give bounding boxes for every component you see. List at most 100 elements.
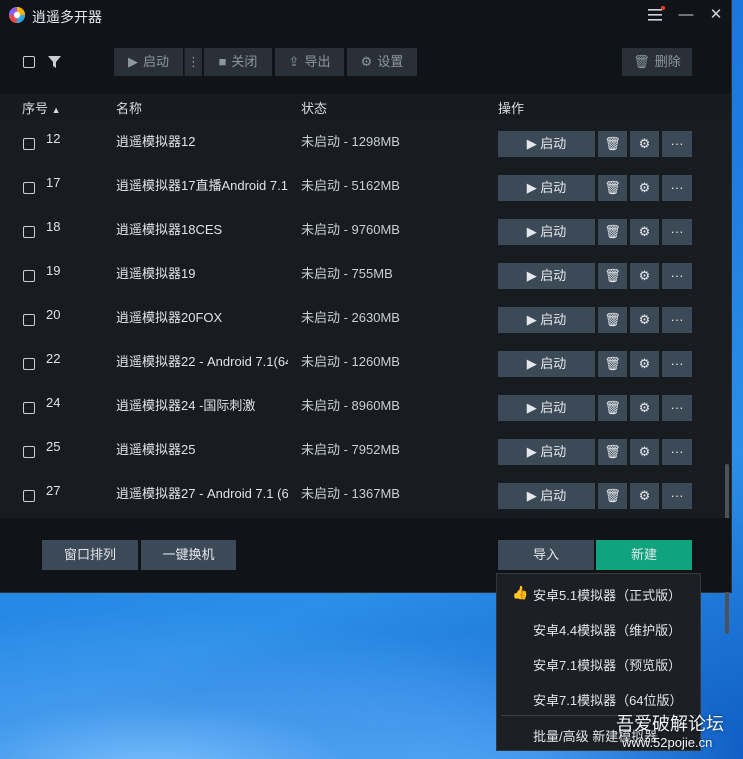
sort-ascending-icon: ▲ [51, 105, 61, 115]
select-all-checkbox[interactable] [23, 56, 35, 68]
row-settings-button[interactable]: ⚙ [630, 439, 659, 465]
row-settings-button[interactable]: ⚙ [630, 395, 659, 421]
table-row: 19 逍遥模拟器19 未启动 - 755MB ▶ 启动 🗑 ⚙ ··· [0, 250, 731, 294]
row-checkbox[interactable] [23, 314, 35, 326]
window-arrange-button[interactable]: 窗口排列 [42, 540, 138, 570]
more-icon: ··· [670, 400, 684, 415]
menu-item-android-7-1-preview[interactable]: 安卓7.1模拟器（预览版） [533, 655, 681, 674]
row-name: 逍遥模拟器27 - Android 7.1 (6 [116, 486, 288, 501]
row-start-button[interactable]: ▶ 启动 [498, 483, 595, 509]
trash-icon: 🗑 [604, 268, 621, 283]
row-checkbox[interactable] [23, 182, 35, 194]
toolbar-export-button[interactable]: ⇪ 导出 [275, 48, 344, 76]
row-delete-button[interactable]: 🗑 [598, 219, 627, 245]
menu-item-android-5-1[interactable]: 安卓5.1模拟器（正式版） [533, 585, 681, 604]
new-button[interactable]: 新建 [596, 540, 692, 570]
trash-icon: 🗑 [604, 136, 621, 151]
table-row: 18 逍遥模拟器18CES 未启动 - 9760MB ▶ 启动 🗑 ⚙ ··· [0, 206, 731, 250]
row-settings-button[interactable]: ⚙ [630, 351, 659, 377]
watermark-url: www.52pojie.cn [622, 735, 713, 750]
play-icon: ▶ [526, 400, 541, 415]
trash-icon: 🗑 [604, 312, 621, 327]
row-settings-button[interactable]: ⚙ [630, 175, 659, 201]
toolbar-delete-button[interactable]: 🗑 删除 [622, 48, 692, 76]
row-more-button[interactable]: ··· [662, 263, 692, 289]
row-more-button[interactable]: ··· [662, 307, 692, 333]
row-start-button[interactable]: ▶ 启动 [498, 175, 595, 201]
header-id[interactable]: 序号 ▲ [22, 98, 61, 117]
toolbar-start-button[interactable]: ▶ 启动 [114, 48, 183, 76]
gear-icon: ⚙ [638, 488, 651, 503]
row-settings-button[interactable]: ⚙ [630, 219, 659, 245]
play-icon: ▶ [127, 54, 138, 69]
row-name: 逍遥模拟器25 [116, 442, 196, 457]
row-start-button[interactable]: ▶ 启动 [498, 263, 595, 289]
row-checkbox[interactable] [23, 226, 35, 238]
more-icon: ··· [670, 312, 684, 327]
row-delete-button[interactable]: 🗑 [598, 395, 627, 421]
row-checkbox[interactable] [23, 270, 35, 282]
play-icon: ▶ [526, 488, 541, 503]
row-more-button[interactable]: ··· [662, 219, 692, 245]
more-icon: ··· [670, 136, 684, 151]
gear-icon: ⚙ [638, 444, 651, 459]
row-start-button[interactable]: ▶ 启动 [498, 219, 595, 245]
one-click-switch-button[interactable]: 一键换机 [141, 540, 236, 570]
gear-icon: ⚙ [638, 356, 651, 371]
filter-icon[interactable] [48, 56, 61, 69]
row-delete-button[interactable]: 🗑 [598, 131, 627, 157]
table-row: 17 逍遥模拟器17直播Android 7.1 未启动 - 5162MB ▶ 启… [0, 162, 731, 206]
emulator-list: 12 逍遥模拟器12 未启动 - 1298MB ▶ 启动 🗑 ⚙ ··· 17 … [0, 118, 731, 634]
minimize-button[interactable]: — [674, 4, 698, 26]
row-checkbox[interactable] [23, 138, 35, 150]
row-id: 12 [46, 131, 61, 146]
row-checkbox[interactable] [23, 402, 35, 414]
menu-item-android-4-4[interactable]: 安卓4.4模拟器（维护版） [533, 620, 681, 639]
row-more-button[interactable]: ··· [662, 395, 692, 421]
row-start-button[interactable]: ▶ 启动 [498, 395, 595, 421]
row-start-button[interactable]: ▶ 启动 [498, 439, 595, 465]
row-more-button[interactable]: ··· [662, 439, 692, 465]
row-more-button[interactable]: ··· [662, 175, 692, 201]
row-checkbox[interactable] [23, 358, 35, 370]
row-settings-button[interactable]: ⚙ [630, 263, 659, 289]
titlebar[interactable]: 逍遥多开器 — ✕ [0, 0, 731, 32]
row-name: 逍遥模拟器18CES [116, 222, 223, 237]
close-window-button[interactable]: ✕ [704, 4, 728, 26]
menu-item-android-7-1-64bit[interactable]: 安卓7.1模拟器（64位版） [533, 690, 683, 709]
toolbar-start-more-button[interactable]: ⋮ [184, 48, 202, 76]
row-delete-button[interactable]: 🗑 [598, 351, 627, 377]
hamburger-menu-icon[interactable] [643, 4, 667, 26]
row-settings-button[interactable]: ⚙ [630, 483, 659, 509]
play-icon: ▶ [526, 312, 541, 327]
row-start-button[interactable]: ▶ 启动 [498, 131, 595, 157]
thumbs-up-icon: 👍 [512, 585, 529, 600]
row-delete-button[interactable]: 🗑 [598, 439, 627, 465]
row-delete-button[interactable]: 🗑 [598, 175, 627, 201]
import-button[interactable]: 导入 [498, 540, 594, 570]
row-name: 逍遥模拟器22 - Android 7.1(64 [116, 354, 288, 369]
more-icon: ··· [670, 180, 684, 195]
row-more-button[interactable]: ··· [662, 351, 692, 377]
row-delete-button[interactable]: 🗑 [598, 263, 627, 289]
more-icon: ··· [670, 444, 684, 459]
row-status: 未启动 - 7952MB [301, 442, 400, 457]
row-settings-button[interactable]: ⚙ [630, 131, 659, 157]
toolbar-settings-button[interactable]: ⚙ 设置 [347, 48, 417, 76]
row-start-button[interactable]: ▶ 启动 [498, 307, 595, 333]
toolbar-close-button[interactable]: ■ 关闭 [204, 48, 272, 76]
trash-icon: 🗑 [604, 488, 621, 503]
row-checkbox[interactable] [23, 446, 35, 458]
stop-icon: ■ [218, 54, 227, 69]
row-delete-button[interactable]: 🗑 [598, 483, 627, 509]
row-more-button[interactable]: ··· [662, 131, 692, 157]
gear-icon: ⚙ [638, 136, 651, 151]
header-status: 状态 [301, 101, 328, 116]
row-name: 逍遥模拟器20FOX [116, 310, 223, 325]
row-start-button[interactable]: ▶ 启动 [498, 351, 595, 377]
row-more-button[interactable]: ··· [662, 483, 692, 509]
row-checkbox[interactable] [23, 490, 35, 502]
row-delete-button[interactable]: 🗑 [598, 307, 627, 333]
row-settings-button[interactable]: ⚙ [630, 307, 659, 333]
gear-icon: ⚙ [638, 268, 651, 283]
